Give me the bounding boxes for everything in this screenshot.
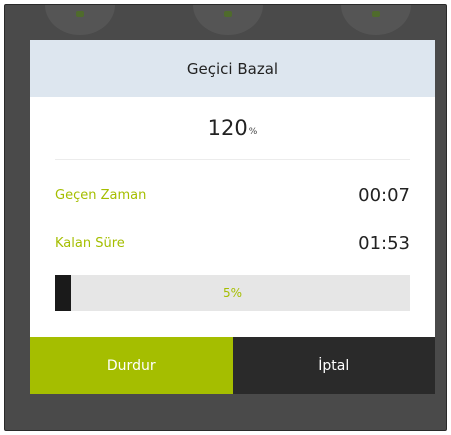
dialog-actions: Durdur İptal <box>30 337 435 394</box>
elapsed-value: 00:07 <box>358 185 410 206</box>
drop-icon <box>224 11 232 17</box>
device-screen: Geçici Bazal 120 % Geçen Zaman 00:07 Kal… <box>4 4 447 431</box>
temporary-basal-dialog: Geçici Bazal 120 % Geçen Zaman 00:07 Kal… <box>30 40 435 394</box>
stop-button-label: Durdur <box>106 357 156 374</box>
elapsed-label: Geçen Zaman <box>55 188 147 203</box>
background-app-icon <box>341 5 411 35</box>
progress-bar: 5% <box>55 275 410 311</box>
rate-value: 120 <box>207 116 248 140</box>
background-app-icon <box>45 5 115 35</box>
remaining-value: 01:53 <box>358 233 410 254</box>
dialog-title: Geçici Bazal <box>186 59 279 78</box>
cancel-button[interactable]: İptal <box>232 337 435 394</box>
settings-icon <box>372 11 380 17</box>
stop-button[interactable]: Durdur <box>30 337 233 394</box>
rate-unit: % <box>248 127 258 137</box>
cancel-button-label: İptal <box>318 357 350 374</box>
remaining-row: Kalan Süre 01:53 <box>55 233 410 254</box>
background-app-icon <box>193 5 263 35</box>
dialog-header: Geçici Bazal <box>30 40 435 97</box>
elapsed-row: Geçen Zaman 00:07 <box>55 185 410 206</box>
progress-text: 5% <box>222 286 243 300</box>
remaining-label: Kalan Süre <box>55 236 125 251</box>
rate-display: 120 % <box>55 97 410 160</box>
pump-icon <box>76 11 84 17</box>
